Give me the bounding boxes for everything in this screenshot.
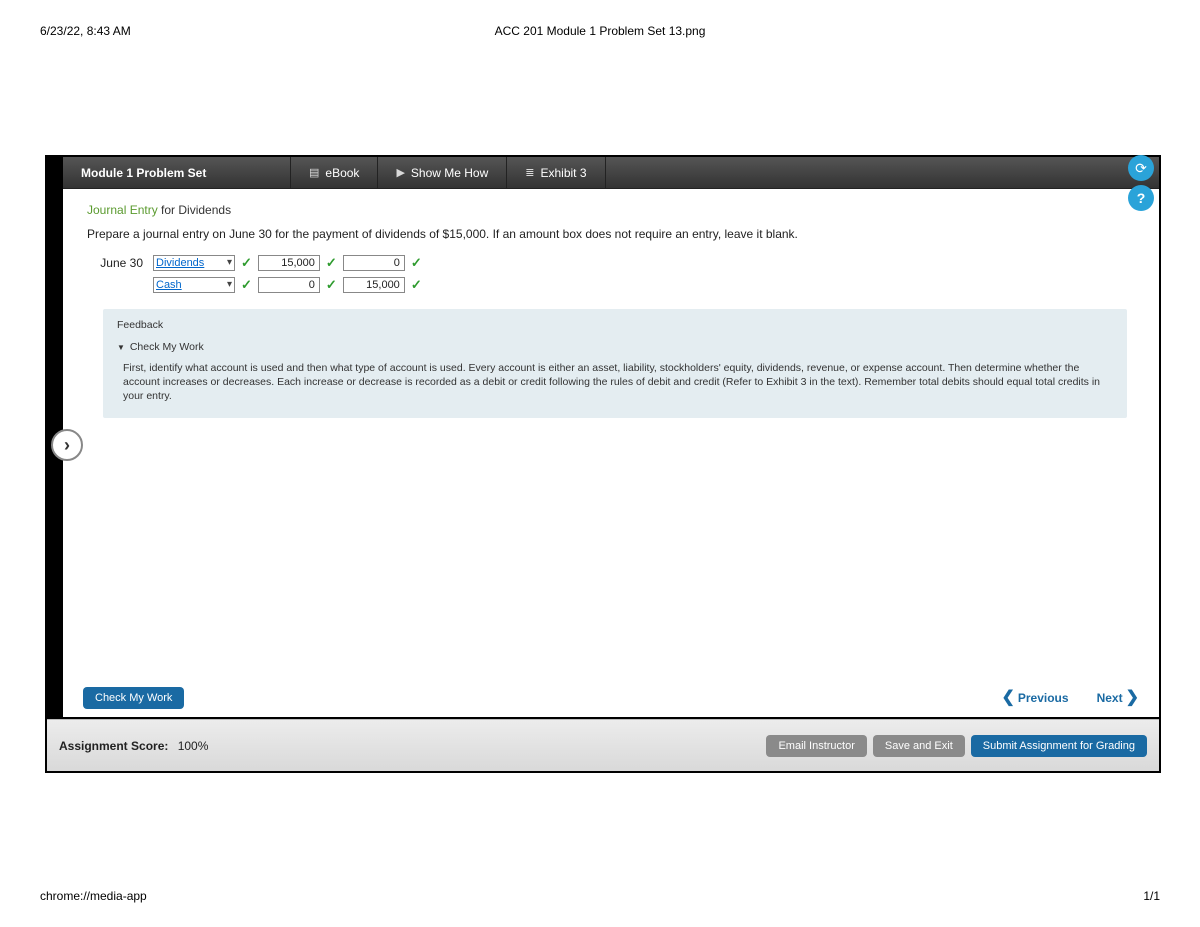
check-icon: ✓ [326,277,337,293]
status-buttons: Email Instructor Save and Exit Submit As… [766,735,1147,757]
submit-assignment-button[interactable]: Submit Assignment for Grading [971,735,1147,757]
section-title-rest: for Dividends [158,203,231,217]
tab-ebook[interactable]: ▤ eBook [291,157,378,188]
list-icon: ≣ [525,166,534,179]
tab-exhibit[interactable]: ≣ Exhibit 3 [507,157,605,188]
journal-row-1: June 30 Dividends ▾ ✓ 15,000 ✓ 0 ✓ [97,255,1135,271]
tab-title-label: Module 1 Problem Set [81,166,206,180]
next-label: Next [1097,691,1123,705]
debit-input-2[interactable]: 0 [258,277,320,293]
account-select-1[interactable]: Dividends ▾ [153,255,235,271]
instruction-text: Prepare a journal entry on June 30 for t… [87,227,1135,241]
credit-input-2[interactable]: 15,000 [343,277,405,293]
right-rail: ⟳ ? [1128,155,1158,211]
check-icon: ✓ [241,277,252,293]
score-value: 100% [178,739,209,753]
previous-label: Previous [1018,691,1069,705]
section-title: Journal Entry for Dividends [87,203,1135,217]
credit-input-1[interactable]: 0 [343,255,405,271]
status-bar: Assignment Score: 100% Email Instructor … [47,719,1159,771]
account-select-1-value: Dividends [156,257,204,269]
section-title-green: Journal Entry [87,203,158,217]
entry-date: June 30 [97,256,147,270]
triangle-down-icon: ▼ [117,343,125,352]
tab-ebook-label: eBook [325,166,359,180]
debit-input-1[interactable]: 15,000 [258,255,320,271]
feedback-toggle-label: Check My Work [130,341,204,353]
app-frame: Module 1 Problem Set ▤ eBook ▶ Show Me H… [45,155,1161,773]
check-icon: ✓ [411,255,422,271]
nav-links: ❮ Previous Next ❯ [1001,690,1139,706]
feedback-heading: Feedback [117,319,1113,331]
help-button[interactable]: ? [1128,185,1154,211]
top-toolbar: Module 1 Problem Set ▤ eBook ▶ Show Me H… [63,157,1159,189]
chevron-right-icon: ❯ [1126,690,1139,706]
tab-exhibit-label: Exhibit 3 [541,166,587,180]
nav-strip: Check My Work ❮ Previous Next ❯ [63,679,1159,719]
check-my-work-button[interactable]: Check My Work [83,687,184,709]
feedback-toggle[interactable]: ▼ Check My Work [117,341,1113,353]
feedback-box: Feedback ▼ Check My Work First, identify… [103,309,1127,418]
print-page-number: 1/1 [1143,889,1160,903]
account-select-2[interactable]: Cash ▾ [153,277,235,293]
caret-down-icon: ▾ [227,279,232,290]
video-icon: ▶ [396,166,404,179]
score-label-text: Assignment Score: [59,739,168,753]
chevron-left-icon: ❮ [1001,690,1014,706]
help-icon: ? [1137,190,1146,206]
print-timestamp: 6/23/22, 8:43 AM [40,24,131,38]
caret-down-icon: ▾ [227,257,232,268]
refresh-icon: ⟳ [1135,160,1147,177]
feedback-body: First, identify what account is used and… [117,361,1113,404]
check-icon: ✓ [241,255,252,271]
chevron-right-icon: › [64,435,70,456]
check-icon: ✓ [411,277,422,293]
refresh-button[interactable]: ⟳ [1128,155,1154,181]
tab-show-me-how-label: Show Me How [411,166,488,180]
expand-sidebar-button[interactable]: › [51,429,83,461]
print-filename: ACC 201 Module 1 Problem Set 13.png [495,24,706,38]
save-and-exit-button[interactable]: Save and Exit [873,735,965,757]
book-icon: ▤ [309,166,319,179]
previous-link[interactable]: ❮ Previous [1001,690,1068,706]
tab-show-me-how[interactable]: ▶ Show Me How [378,157,507,188]
journal-row-2: Cash ▾ ✓ 0 ✓ 15,000 ✓ [97,277,1135,293]
next-link[interactable]: Next ❯ [1097,690,1139,706]
assignment-score: Assignment Score: 100% [59,739,208,753]
tab-title: Module 1 Problem Set [63,157,291,188]
account-select-2-value: Cash [156,279,182,291]
email-instructor-button[interactable]: Email Instructor [766,735,866,757]
print-url: chrome://media-app [40,889,147,903]
check-icon: ✓ [326,255,337,271]
journal-entry-table: June 30 Dividends ▾ ✓ 15,000 ✓ 0 ✓ Cash [97,255,1135,293]
